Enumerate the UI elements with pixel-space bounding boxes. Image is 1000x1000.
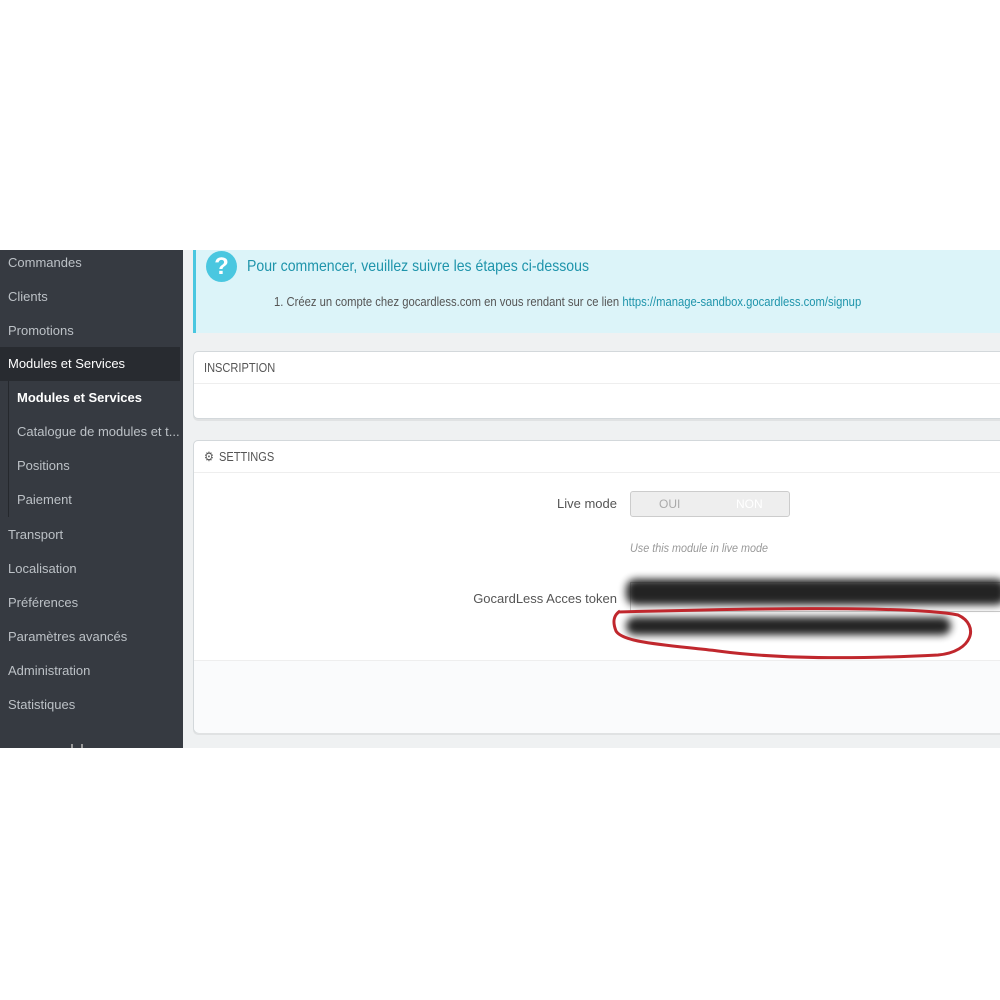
sidebar-item-parametres-avances[interactable]: Paramètres avancés bbox=[0, 620, 183, 654]
live-mode-switch[interactable]: OUI NON bbox=[630, 491, 790, 517]
subitem-positions[interactable]: Positions bbox=[17, 449, 70, 483]
settings-title: SETTINGS bbox=[219, 449, 275, 464]
inscription-panel: INSCRIPTION bbox=[193, 351, 1000, 419]
sidebar-item-preferences[interactable]: Préférences bbox=[0, 586, 183, 620]
subitem-catalogue[interactable]: Catalogue de modules et t... bbox=[17, 415, 180, 449]
sidebar-item-localisation[interactable]: Localisation bbox=[0, 552, 183, 586]
cogs-icon: ⚙ bbox=[204, 449, 214, 464]
question-circle-icon: ? bbox=[206, 251, 237, 282]
live-mode-help: Use this module in live mode bbox=[630, 541, 769, 555]
inscription-title: INSCRIPTION bbox=[204, 360, 276, 375]
step-text: 1. Créez un compte chez gocardless.com e… bbox=[274, 295, 623, 309]
redacted-token bbox=[626, 579, 1000, 605]
token-label: GocardLess Acces token bbox=[473, 591, 617, 606]
panel-heading: ⚙ SETTINGS bbox=[194, 441, 1000, 473]
live-mode-label: Live mode bbox=[557, 496, 617, 511]
sidebar-item-promotions[interactable]: Promotions bbox=[0, 314, 183, 348]
sidebar-collapse-grip-icon[interactable] bbox=[71, 744, 83, 748]
sidebar-item-statistiques[interactable]: Statistiques bbox=[0, 688, 183, 722]
switch-non[interactable]: NON bbox=[736, 497, 763, 511]
sidebar-item-transport[interactable]: Transport bbox=[0, 518, 183, 552]
sidebar-item-administration[interactable]: Administration bbox=[0, 654, 183, 688]
alert-step: 1. Créez un compte chez gocardless.com e… bbox=[274, 295, 861, 309]
panel-footer bbox=[194, 660, 1000, 733]
panel-heading: INSCRIPTION bbox=[194, 352, 1000, 384]
red-annotation-circle bbox=[612, 607, 973, 660]
sidebar: Commandes Clients Promotions Modules et … bbox=[0, 250, 183, 748]
subitem-modules-services[interactable]: Modules et Services bbox=[17, 381, 142, 415]
sidebar-item-modules[interactable]: Modules et Services bbox=[0, 347, 180, 381]
settings-panel: ⚙ SETTINGS Live mode OUI NON Use this mo… bbox=[193, 440, 1000, 733]
signup-link[interactable]: https://manage-sandbox.gocardless.com/si… bbox=[622, 295, 861, 309]
sidebar-item-clients[interactable]: Clients bbox=[0, 280, 183, 314]
screenshot-area: Commandes Clients Promotions Modules et … bbox=[0, 250, 1000, 748]
info-alert: ? Pour commencer, veuillez suivre les ét… bbox=[193, 250, 1000, 333]
alert-title: Pour commencer, veuillez suivre les étap… bbox=[247, 258, 589, 275]
subitem-paiement[interactable]: Paiement bbox=[17, 483, 72, 517]
sidebar-item-commandes[interactable]: Commandes bbox=[0, 250, 183, 280]
switch-oui[interactable]: OUI bbox=[659, 497, 680, 511]
submenu-divider bbox=[8, 381, 9, 517]
